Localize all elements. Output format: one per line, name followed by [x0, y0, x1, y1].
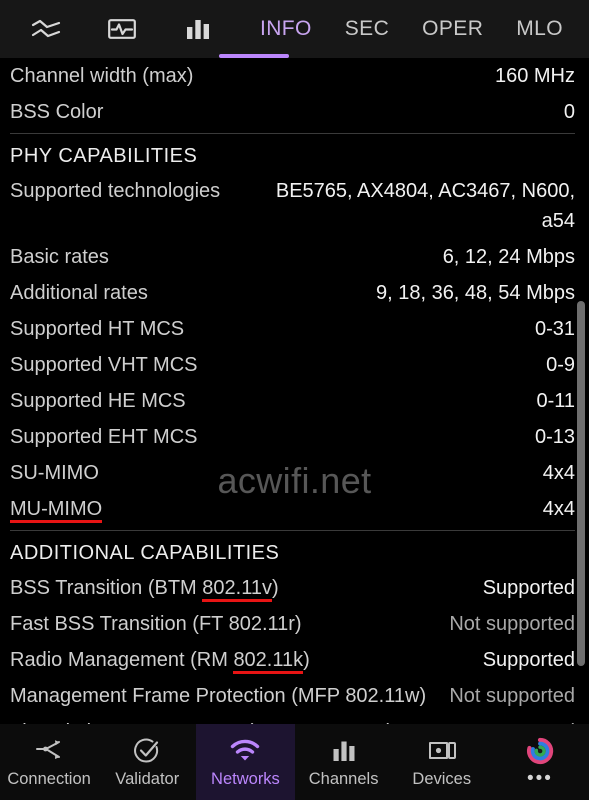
row-key: Radio Management (RM 802.11k) — [10, 645, 310, 675]
table-row: Channel width (max) 160 MHz — [10, 58, 575, 94]
row-key: Basic rates — [10, 246, 109, 268]
topbar-icon-group — [30, 14, 214, 44]
row-value: 0-11 — [536, 390, 575, 412]
table-row: Basic rates 6, 12, 24 Mbps — [10, 239, 575, 275]
row-value: 0 — [563, 101, 575, 123]
section-divider — [10, 530, 575, 531]
tab-info[interactable]: INFO — [260, 17, 312, 41]
row-value: 4x4 — [542, 462, 575, 484]
row-key: Additional rates — [10, 282, 148, 304]
row-value: Not supported — [449, 613, 575, 635]
section-divider — [10, 133, 575, 134]
table-row: Additional rates 9, 18, 36, 48, 54 Mbps — [10, 275, 575, 311]
table-row: MU-MIMO 4x4 — [10, 491, 575, 527]
nav-label: Channels — [308, 769, 379, 788]
table-row: Fast BSS Transition (FT 802.11r) Not sup… — [10, 606, 575, 642]
row-key: Management Frame Protection (MFP 802.11w… — [10, 685, 427, 707]
nav-item-devices[interactable]: Devices — [393, 724, 491, 800]
row-key-suffix: ) — [271, 577, 279, 599]
nav-item-networks[interactable]: Networks — [196, 724, 295, 800]
row-value: 4x4 — [542, 498, 575, 520]
connection-icon — [34, 737, 64, 765]
table-row: BSS Transition (BTM 802.11v) Supported — [10, 570, 575, 606]
row-value: 0-31 — [534, 318, 575, 340]
row-key: Fast BSS Transition (FT 802.11r) — [10, 613, 302, 635]
table-row: Fine Timing Measurement (FTM 802.11mc) N… — [10, 714, 575, 724]
check-circle-icon — [133, 737, 161, 765]
table-row: Supported VHT MCS 0-9 — [10, 347, 575, 383]
nav-label: Connection — [7, 769, 91, 788]
row-key-prefix: Radio Management (RM — [10, 649, 234, 671]
table-row: Radio Management (RM 802.11k) Supported — [10, 642, 575, 678]
row-value: 9, 18, 36, 48, 54 Mbps — [375, 282, 575, 304]
bar-chart-icon — [330, 737, 358, 765]
nav-item-connection[interactable]: Connection — [0, 724, 98, 800]
row-value: Not supported — [449, 685, 575, 707]
tab-mlo[interactable]: MLO — [516, 17, 563, 41]
annotated-key-mu-mimo: MU-MIMO — [10, 494, 103, 524]
devices-icon — [426, 737, 458, 765]
row-value: 0-9 — [546, 354, 575, 376]
wifi-icon — [229, 737, 261, 765]
tab-oper[interactable]: OPER — [422, 17, 483, 41]
info-content-panel[interactable]: acwifi.net Channel width (max) 160 MHz B… — [0, 58, 589, 724]
table-row: Supported technologies BE5765, AX4804, A… — [10, 173, 575, 239]
annotated-key-80211k: 802.11k — [233, 645, 303, 675]
nav-label: Devices — [412, 769, 472, 788]
section-title-additional: ADDITIONAL CAPABILITIES — [10, 542, 280, 564]
app-logo-icon — [523, 737, 557, 765]
row-key: MU-MIMO — [10, 494, 103, 524]
table-row: Supported HE MCS 0-11 — [10, 383, 575, 419]
row-key: Supported VHT MCS — [10, 354, 198, 376]
row-key: Supported technologies — [10, 180, 221, 202]
row-key-prefix: BSS Transition (BTM — [10, 577, 203, 599]
row-value: 160 MHz — [494, 65, 575, 87]
nav-label: Networks — [211, 769, 280, 788]
nav-item-more[interactable]: ••• — [491, 724, 589, 800]
top-tab-bar: INFO SEC OPER MLO NET — [0, 0, 589, 58]
row-value: 0-13 — [534, 426, 575, 448]
bottom-navigation-bar: Connection Validator Networks Channels D… — [0, 724, 589, 800]
nav-label: ••• — [526, 767, 553, 789]
row-value: 6, 12, 24 Mbps — [442, 246, 575, 268]
row-key: Fine Timing Measurement (FTM 802.11mc) — [10, 717, 393, 724]
row-key: Supported HE MCS — [10, 390, 186, 412]
app-root: INFO SEC OPER MLO NET acwifi.net Channel… — [0, 0, 589, 800]
section-title-phy: PHY CAPABILITIES — [10, 145, 198, 167]
scrollbar[interactable] — [577, 58, 587, 724]
table-row: BSS Color 0 — [10, 94, 575, 130]
table-row: Management Frame Protection (MFP 802.11w… — [10, 678, 575, 714]
row-value: Not supported — [449, 717, 575, 724]
nav-item-validator[interactable]: Validator — [98, 724, 196, 800]
top-tabs: INFO SEC OPER MLO NET — [260, 17, 589, 41]
table-row: Supported EHT MCS 0-13 — [10, 419, 575, 455]
row-key-suffix: ) — [303, 649, 310, 671]
tab-sec[interactable]: SEC — [345, 17, 389, 41]
row-key: BSS Transition (BTM 802.11v) — [10, 573, 279, 603]
table-row: Supported HT MCS 0-31 — [10, 311, 575, 347]
row-key: Supported HT MCS — [10, 318, 185, 340]
scrollbar-thumb[interactable] — [577, 301, 585, 666]
row-key: Channel width (max) — [10, 65, 194, 87]
row-key: Supported EHT MCS — [10, 426, 198, 448]
annotated-key-80211v: 802.11v — [202, 573, 272, 603]
row-value: Supported — [482, 649, 575, 671]
row-key: BSS Color — [10, 101, 104, 123]
nav-label: Validator — [115, 769, 180, 788]
row-key: SU-MIMO — [10, 462, 99, 484]
table-row: SU-MIMO 4x4 — [10, 455, 575, 491]
row-value: Supported — [482, 577, 575, 599]
line-chart-icon[interactable] — [30, 14, 62, 44]
row-value: BE5765, AX4804, AC3467, N600, a54 — [275, 180, 575, 232]
signal-monitor-icon[interactable] — [106, 14, 138, 44]
bar-chart-icon[interactable] — [182, 14, 214, 44]
nav-item-channels[interactable]: Channels — [295, 724, 393, 800]
